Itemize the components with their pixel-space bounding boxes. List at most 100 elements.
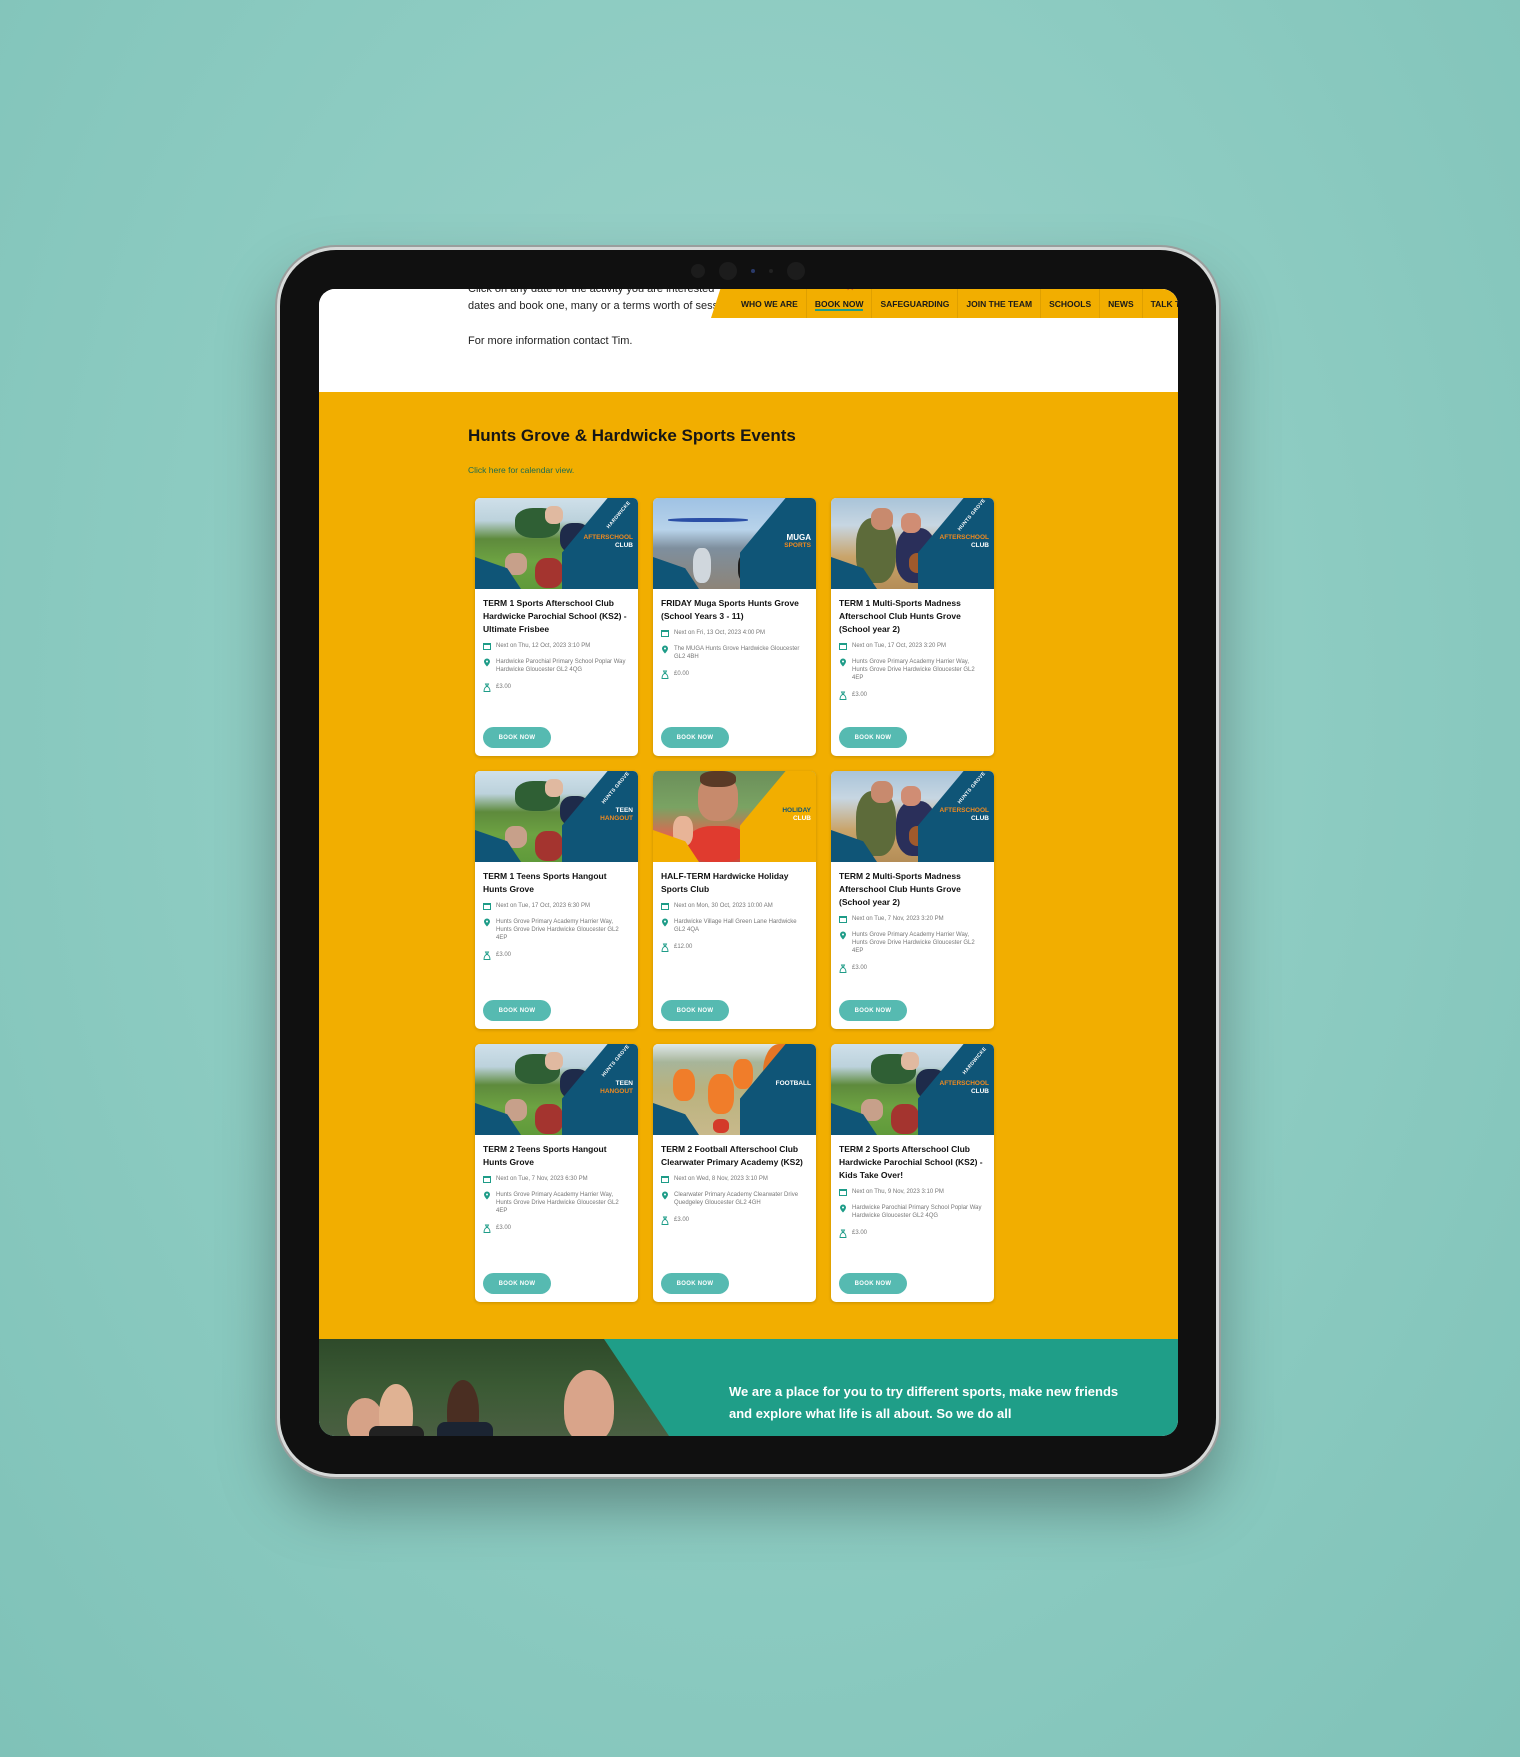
event-date: Next on Tue, 7 Nov, 2023 3:20 PM [852,916,944,922]
book-now-button[interactable]: BOOK NOW [483,1000,551,1021]
photo-figure [871,781,893,803]
photo-figure [535,1104,563,1134]
event-body: TERM 2 Teens Sports Hangout Hunts Grove N… [475,1135,638,1235]
nav-item-safeguarding[interactable]: SAFEGUARDING [872,289,959,318]
event-image[interactable]: HUNTS GROVE TEEN HANGOUT [475,1044,638,1135]
book-now-button[interactable]: BOOK NOW [839,1000,907,1021]
event-price: £3.00 [852,965,868,971]
map-pin-icon [839,1204,847,1215]
nav-item-news[interactable]: NEWS [1100,289,1143,318]
intro-section: Click on any date for the activity you a… [319,289,1178,392]
event-location-row: Hardwicke Parochial Primary School Popla… [839,1204,986,1220]
event-image[interactable]: FOOTBALL [653,1044,816,1135]
event-title[interactable]: HALF-TERM Hardwicke Holiday Sports Club [661,870,808,896]
book-now-button[interactable]: BOOK NOW [661,1273,729,1294]
calendar-icon [483,1175,491,1185]
event-title[interactable]: TERM 2 Teens Sports Hangout Hunts Grove [483,1143,630,1169]
event-image[interactable]: HARDWICKE AFTERSCHOOL CLUB [831,1044,994,1135]
money-bag-icon [661,943,669,954]
event-title[interactable]: TERM 1 Teens Sports Hangout Hunts Grove [483,870,630,896]
event-date: Next on Tue, 17 Oct, 2023 3:20 PM [852,643,947,649]
kids-photo [319,1339,669,1436]
event-location: Hunts Grove Primary Academy Harrier Way,… [852,932,975,954]
event-location-row: Hardwicke Parochial Primary School Popla… [483,658,630,674]
event-title[interactable]: TERM 2 Multi-Sports Madness Afterschool … [839,870,986,909]
event-date: Next on Tue, 17 Oct, 2023 6:30 PM [496,903,591,909]
tablet-device: Click on any date for the activity you a… [280,250,1216,1474]
event-image[interactable]: HARDWICKE AFTERSCHOOL CLUB [475,498,638,589]
badge-label: TEEN HANGOUT [600,807,633,823]
nav-item-who-we-are[interactable]: WHO WE ARE [733,289,807,318]
event-image[interactable]: HUNTS GROVE AFTERSCHOOL CLUB [831,771,994,862]
event-price: £3.00 [496,1225,512,1231]
event-date: Next on Mon, 30 Oct, 2023 10:00 AM [674,903,773,909]
event-title[interactable]: TERM 1 Sports Afterschool Club Hardwicke… [483,597,630,636]
event-title[interactable]: TERM 1 Multi-Sports Madness Afterschool … [839,597,986,636]
event-title[interactable]: FRIDAY Muga Sports Hunts Grove (School Y… [661,597,808,623]
money-bag-icon [483,951,491,962]
event-date: Next on Thu, 9 Nov, 2023 3:10 PM [852,1189,944,1195]
event-location-row: Hardwicke Village Hall Green Lane Hardwi… [661,918,808,934]
events-grid: HARDWICKE AFTERSCHOOL CLUB TERM 1 Sports Af… [475,498,994,1302]
photo-figure [545,506,563,524]
book-now-button[interactable]: BOOK NOW [661,1000,729,1021]
event-location-row: Hunts Grove Primary Academy Harrier Way,… [483,1191,630,1215]
badge-text-main: TEEN [615,807,633,814]
event-body: FRIDAY Muga Sports Hunts Grove (School Y… [653,589,816,681]
event-price-row: £12.00 [661,943,808,954]
photo-figure [535,558,563,588]
events-title: Hunts Grove & Hardwicke Sports Events [468,426,796,445]
event-title[interactable]: TERM 2 Football Afterschool Club Clearwa… [661,1143,808,1169]
event-card: HUNTS GROVE AFTERSCHOOL CLUB TERM 1 Multi-S… [831,498,994,756]
event-date-row: Next on Tue, 17 Oct, 2023 3:20 PM [839,642,986,652]
event-image[interactable]: HUNTS GROVE TEEN HANGOUT [475,771,638,862]
badge-text-main: CLUB [970,542,989,549]
event-body: TERM 2 Sports Afterschool Club Hardwicke… [831,1135,994,1240]
event-image[interactable]: HOLIDAY CLUB [653,771,816,862]
book-now-button[interactable]: BOOK NOW [661,727,729,748]
event-body: TERM 1 Sports Afterschool Club Hardwicke… [475,589,638,694]
event-title[interactable]: TERM 2 Sports Afterschool Club Hardwicke… [839,1143,986,1182]
book-now-button[interactable]: BOOK NOW [483,727,551,748]
badge-text-sub: HANGOUT [600,815,633,822]
book-now-button[interactable]: BOOK NOW [839,1273,907,1294]
badge-text-accent: AFTERSCHOOL [583,534,633,541]
sensor [769,269,773,273]
photo-figure [708,1074,734,1114]
photo-figure [700,771,736,787]
event-price-row: £3.00 [483,1224,630,1235]
photo-figure [535,831,563,861]
event-price: £3.00 [496,684,512,690]
event-location: Hunts Grove Primary Academy Harrier Way,… [852,659,975,681]
photo-figure [871,508,893,530]
event-image[interactable]: MUGA SPORTS [653,498,816,589]
calendar-view-link[interactable]: Click here for calendar view. [468,465,574,475]
sensor [691,264,705,278]
badge-label: MUGA SPORTS [784,534,811,550]
event-price: £0.00 [674,671,690,677]
photo-figure [688,826,748,862]
calendar-icon [661,629,669,639]
nav-item-schools[interactable]: SCHOOLS [1041,289,1101,318]
event-location-row: Hunts Grove Primary Academy Harrier Way,… [839,658,986,682]
event-location: Hardwicke Parochial Primary School Popla… [496,659,626,673]
event-price-row: £0.00 [661,670,808,681]
nav-item-book-now[interactable]: BOOK NOW [807,289,873,318]
event-price: £12.00 [674,944,693,950]
badge-text-main: CLUB [970,815,989,822]
badge-text-accent: AFTERSCHOOL [939,807,989,814]
event-price: £3.00 [852,1230,868,1236]
event-image[interactable]: HUNTS GROVE AFTERSCHOOL CLUB [831,498,994,589]
map-pin-icon [661,645,669,656]
calendar-icon [839,915,847,925]
book-now-button[interactable]: BOOK NOW [483,1273,551,1294]
intro-text-line: dates and book one, many or a terms wort… [468,300,719,312]
calendar-icon [839,1188,847,1198]
main-nav: ✕ WHO WE AREBOOK NOWSAFEGUARDINGJOIN THE… [711,289,1178,318]
book-now-button[interactable]: BOOK NOW [839,727,907,748]
event-date-row: Next on Mon, 30 Oct, 2023 10:00 AM [661,902,808,912]
nav-item-join-the-team[interactable]: JOIN THE TEAM [958,289,1042,318]
badge-label: AFTERSCHOOL CLUB [940,1080,989,1096]
nav-item-talk-to-us[interactable]: TALK TO US [1143,289,1178,318]
event-date-row: Next on Fri, 13 Oct, 2023 4:00 PM [661,629,808,639]
